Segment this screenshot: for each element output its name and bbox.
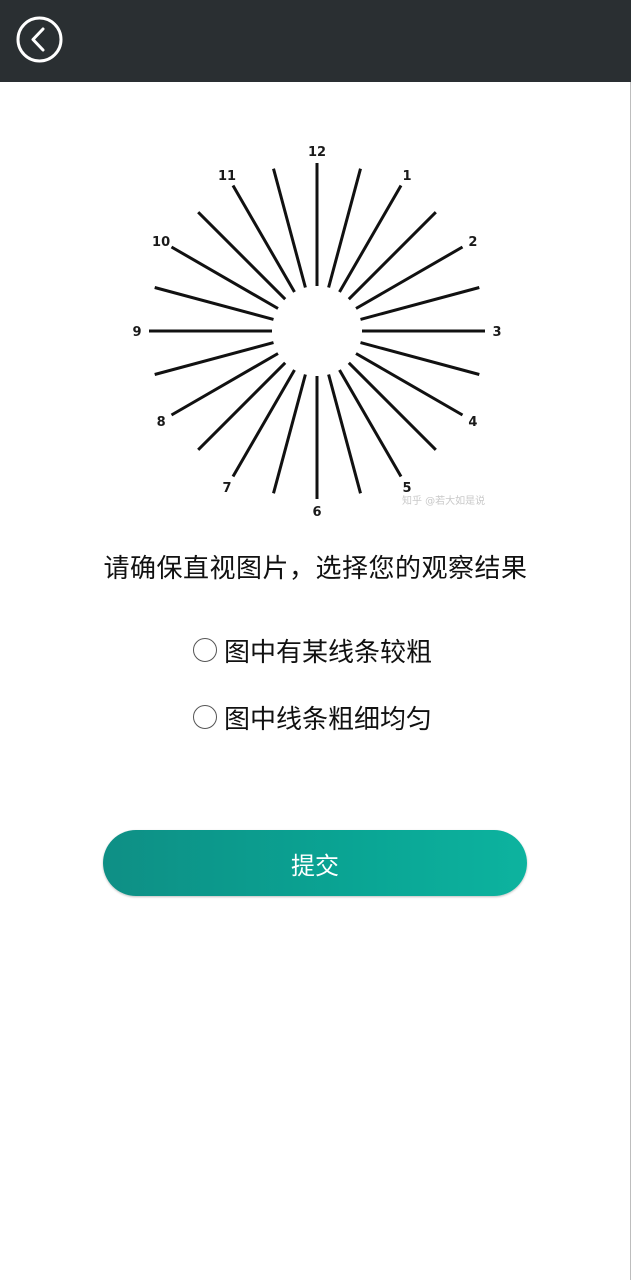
clock-number: 8	[157, 415, 166, 430]
astigmatism-chart: 12 1 2 3 4 5 6 7 8 9 10 11 知乎 @若大如是说	[128, 140, 508, 525]
page: 12 1 2 3 4 5 6 7 8 9 10 11 知乎 @若大如是说 请确保直视图片，选择您的观察…	[0, 0, 631, 1280]
dial-spoke	[360, 286, 480, 321]
clock-number: 11	[218, 169, 236, 184]
dial-spoke	[327, 168, 362, 288]
clock-number: 6	[312, 505, 321, 520]
top-bar	[0, 0, 631, 82]
dial-spoke	[327, 374, 362, 494]
submit-button[interactable]: 提交	[103, 830, 527, 896]
clock-number: 9	[132, 325, 141, 340]
clock-number: 7	[222, 481, 231, 496]
back-button[interactable]	[16, 16, 63, 63]
radio-button[interactable]	[193, 705, 217, 729]
clock-number: 1	[402, 169, 411, 184]
option-label: 图中有某线条较粗	[224, 637, 433, 668]
astigmatism-dial: 121234567891011 知乎 @若大如是说	[132, 145, 501, 520]
dial-spoke	[360, 341, 480, 376]
option-uniform-lines[interactable]: 图中线条粗细均匀	[193, 700, 433, 735]
option-label: 图中线条粗细均匀	[224, 704, 433, 735]
chevron-left-circle-icon	[16, 16, 63, 63]
chart-watermark: 知乎 @若大如是说	[402, 494, 485, 507]
dial-spoke	[154, 341, 274, 376]
dial-spoke	[272, 374, 307, 494]
clock-number: 4	[468, 415, 477, 430]
dial-spoke	[272, 168, 307, 288]
clock-number: 3	[492, 325, 501, 340]
clock-number: 2	[468, 235, 477, 250]
clock-number: 10	[152, 235, 170, 250]
instruction-text: 请确保直视图片，选择您的观察结果	[103, 554, 528, 584]
radio-button[interactable]	[193, 638, 217, 662]
clock-number: 12	[308, 145, 326, 160]
dial-spoke	[154, 286, 274, 321]
option-thick-line[interactable]: 图中有某线条较粗	[193, 633, 433, 668]
clock-number: 5	[402, 481, 411, 496]
